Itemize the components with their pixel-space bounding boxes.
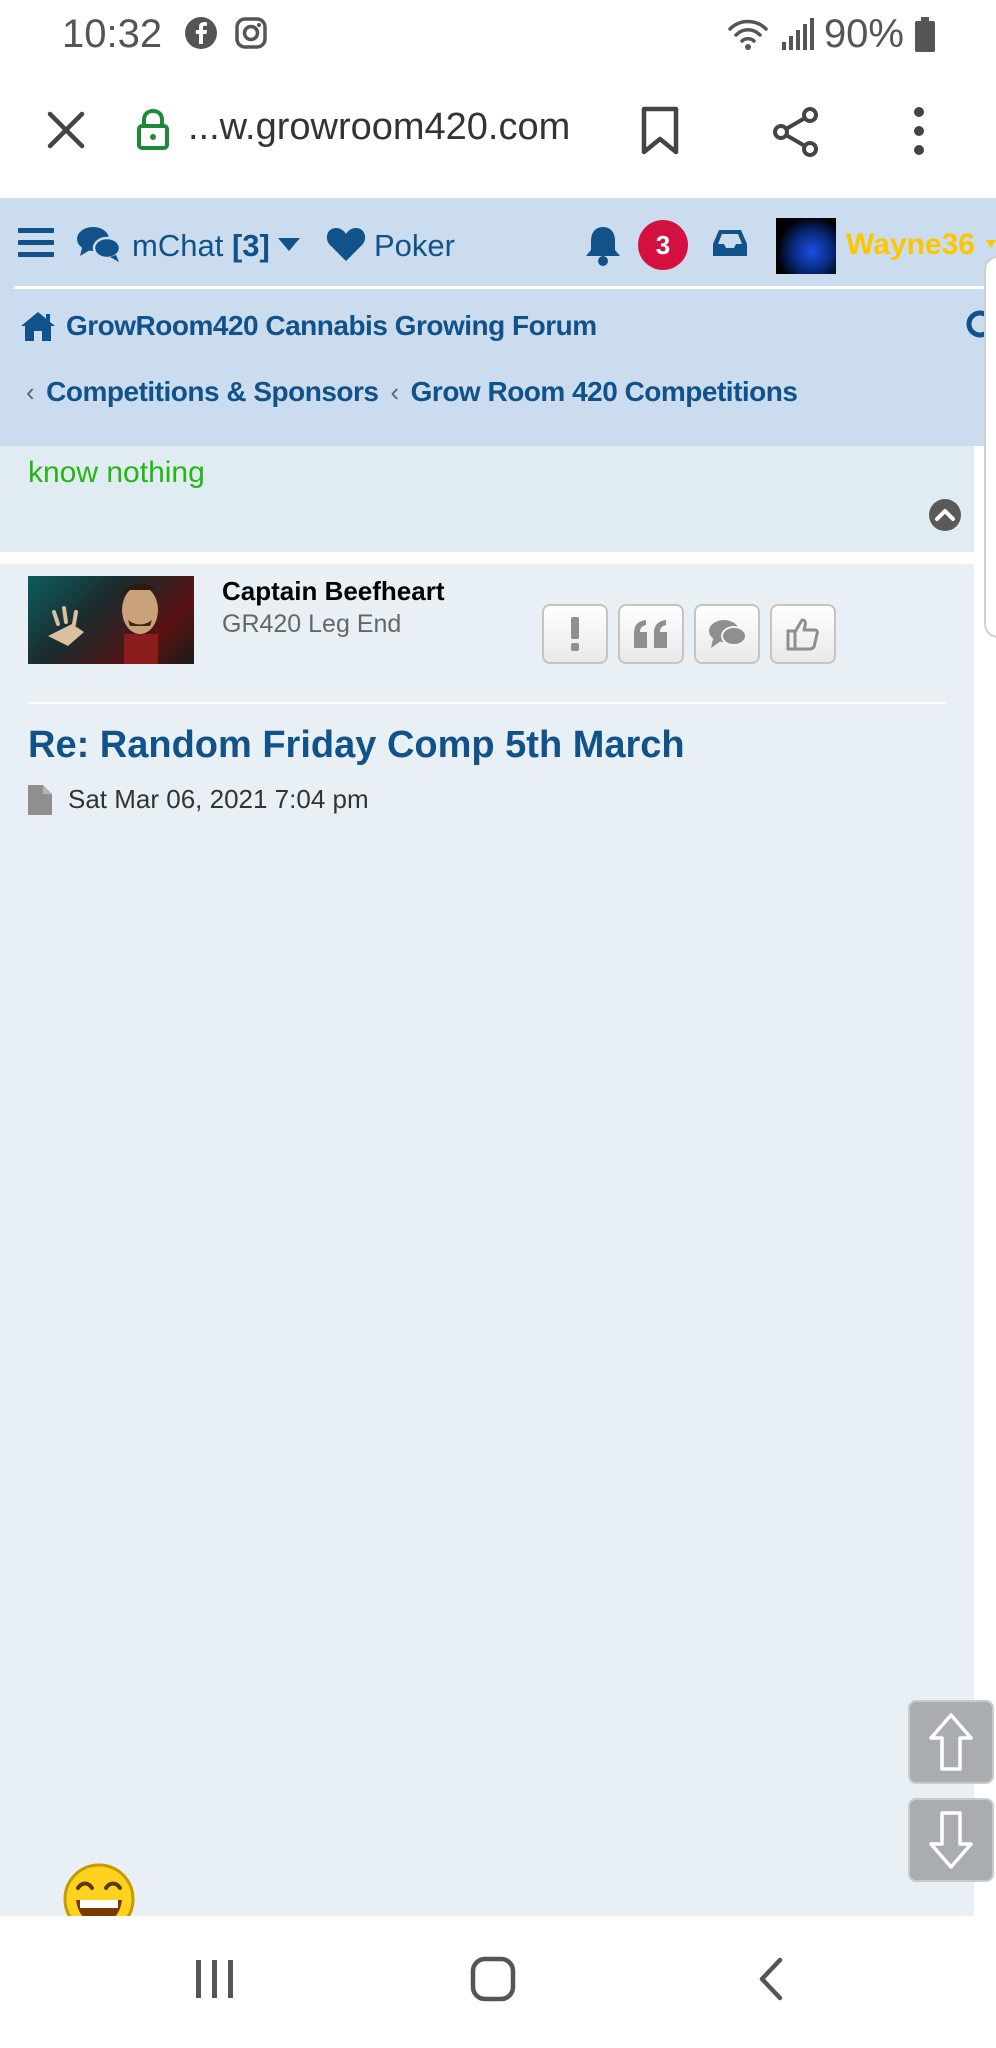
back-to-top-icon[interactable] bbox=[928, 498, 962, 532]
facebook-icon bbox=[185, 17, 217, 49]
report-button[interactable] bbox=[542, 604, 608, 664]
url-field[interactable]: ...w.growroom420.com bbox=[188, 106, 570, 149]
hamburger-menu-icon[interactable] bbox=[18, 228, 54, 258]
mchat-count: [3] bbox=[231, 228, 270, 263]
scroll-down-button[interactable] bbox=[908, 1798, 994, 1882]
side-panel-handle[interactable] bbox=[984, 256, 996, 638]
comments-icon bbox=[709, 620, 747, 648]
breadcrumb-home[interactable]: GrowRoom420 Cannabis Growing Forum bbox=[20, 310, 597, 342]
lock-icon bbox=[137, 108, 169, 150]
home-icon bbox=[21, 312, 55, 341]
username-link[interactable]: Wayne36 bbox=[846, 228, 975, 262]
android-navigation-bar bbox=[0, 1916, 996, 2048]
status-time: 10:32 bbox=[62, 12, 163, 56]
breadcrumb-competitions-sponsors[interactable]: Competitions & Sponsors bbox=[46, 376, 379, 408]
author-avatar[interactable] bbox=[28, 576, 194, 664]
status-left-icons bbox=[184, 16, 268, 50]
breadcrumb-separator: ‹ bbox=[26, 376, 35, 407]
wifi-icon bbox=[728, 19, 768, 50]
more-options-icon[interactable] bbox=[912, 106, 926, 156]
recent-apps-icon[interactable] bbox=[192, 1956, 238, 2002]
inbox-icon[interactable] bbox=[712, 228, 748, 258]
breadcrumb-separator: ‹ bbox=[390, 376, 399, 407]
like-button[interactable] bbox=[770, 604, 836, 664]
status-right-icons: 90% bbox=[726, 12, 936, 57]
previous-post-tail: know nothing bbox=[0, 446, 974, 552]
topic-content: know nothing Captain Beefheart GR420 Leg… bbox=[0, 446, 974, 1916]
forum-header: mChat [3] Poker 3 Wayne36 GrowRoom420 Ca… bbox=[0, 198, 996, 446]
status-bar: 10:32 90% bbox=[0, 0, 996, 70]
forum-navbar: mChat [3] Poker 3 Wayne36 bbox=[0, 198, 996, 286]
breadcrumb-grow-room-competitions[interactable]: Grow Room 420 Competitions bbox=[411, 376, 798, 408]
heart-icon[interactable] bbox=[326, 226, 366, 262]
bell-icon[interactable] bbox=[584, 224, 622, 266]
instagram-icon bbox=[235, 17, 267, 49]
notification-badge[interactable]: 3 bbox=[638, 220, 688, 270]
breadcrumb-home-label: GrowRoom420 Cannabis Growing Forum bbox=[66, 310, 597, 341]
exclamation-icon bbox=[571, 617, 579, 651]
post-date: Sat Mar 06, 2021 7:04 pm bbox=[68, 784, 369, 814]
user-avatar[interactable] bbox=[776, 218, 836, 274]
share-icon[interactable] bbox=[770, 106, 822, 158]
laughing-smiley-icon bbox=[62, 1862, 136, 1916]
post-divider bbox=[28, 702, 946, 704]
back-icon[interactable] bbox=[756, 1956, 786, 2002]
post-separator bbox=[0, 552, 974, 564]
home-button-icon[interactable] bbox=[470, 1956, 516, 2002]
author-avatar-image bbox=[48, 583, 160, 664]
previous-post-text: know nothing bbox=[28, 456, 205, 489]
file-icon bbox=[28, 784, 52, 815]
bookmark-icon[interactable] bbox=[640, 106, 680, 156]
breadcrumb: ‹ Competitions & Sponsors ‹ Grow Room 42… bbox=[26, 376, 798, 408]
mchat-label: mChat bbox=[132, 228, 224, 263]
arrow-down-icon bbox=[929, 1811, 973, 1869]
arrow-up-icon bbox=[929, 1713, 973, 1771]
author-rank: GR420 Leg End bbox=[222, 610, 402, 638]
post-date-row: Sat Mar 06, 2021 7:04 pm bbox=[28, 784, 369, 815]
thumbs-up-icon bbox=[786, 618, 819, 651]
signal-icon bbox=[781, 17, 814, 50]
scroll-up-button[interactable] bbox=[908, 1700, 994, 1784]
browser-toolbar: ...w.growroom420.com bbox=[0, 70, 996, 199]
poker-link[interactable]: Poker bbox=[374, 228, 455, 264]
close-icon[interactable] bbox=[44, 108, 88, 152]
chat-bubbles-icon[interactable] bbox=[76, 224, 122, 264]
nav-divider bbox=[14, 286, 990, 289]
battery-icon bbox=[915, 16, 935, 52]
quote-button[interactable] bbox=[618, 604, 684, 664]
post-buttons bbox=[542, 604, 836, 664]
post-title[interactable]: Re: Random Friday Comp 5th March bbox=[28, 724, 685, 767]
user-caret-icon[interactable] bbox=[986, 240, 996, 250]
author-name[interactable]: Captain Beefheart bbox=[222, 576, 445, 607]
battery-percentage: 90% bbox=[823, 12, 904, 56]
quote-icon bbox=[634, 620, 667, 648]
page-right-edge bbox=[974, 446, 996, 1916]
mchat-link[interactable]: mChat [3] bbox=[132, 228, 270, 264]
caret-down-icon[interactable] bbox=[278, 238, 300, 252]
pm-button[interactable] bbox=[694, 604, 760, 664]
